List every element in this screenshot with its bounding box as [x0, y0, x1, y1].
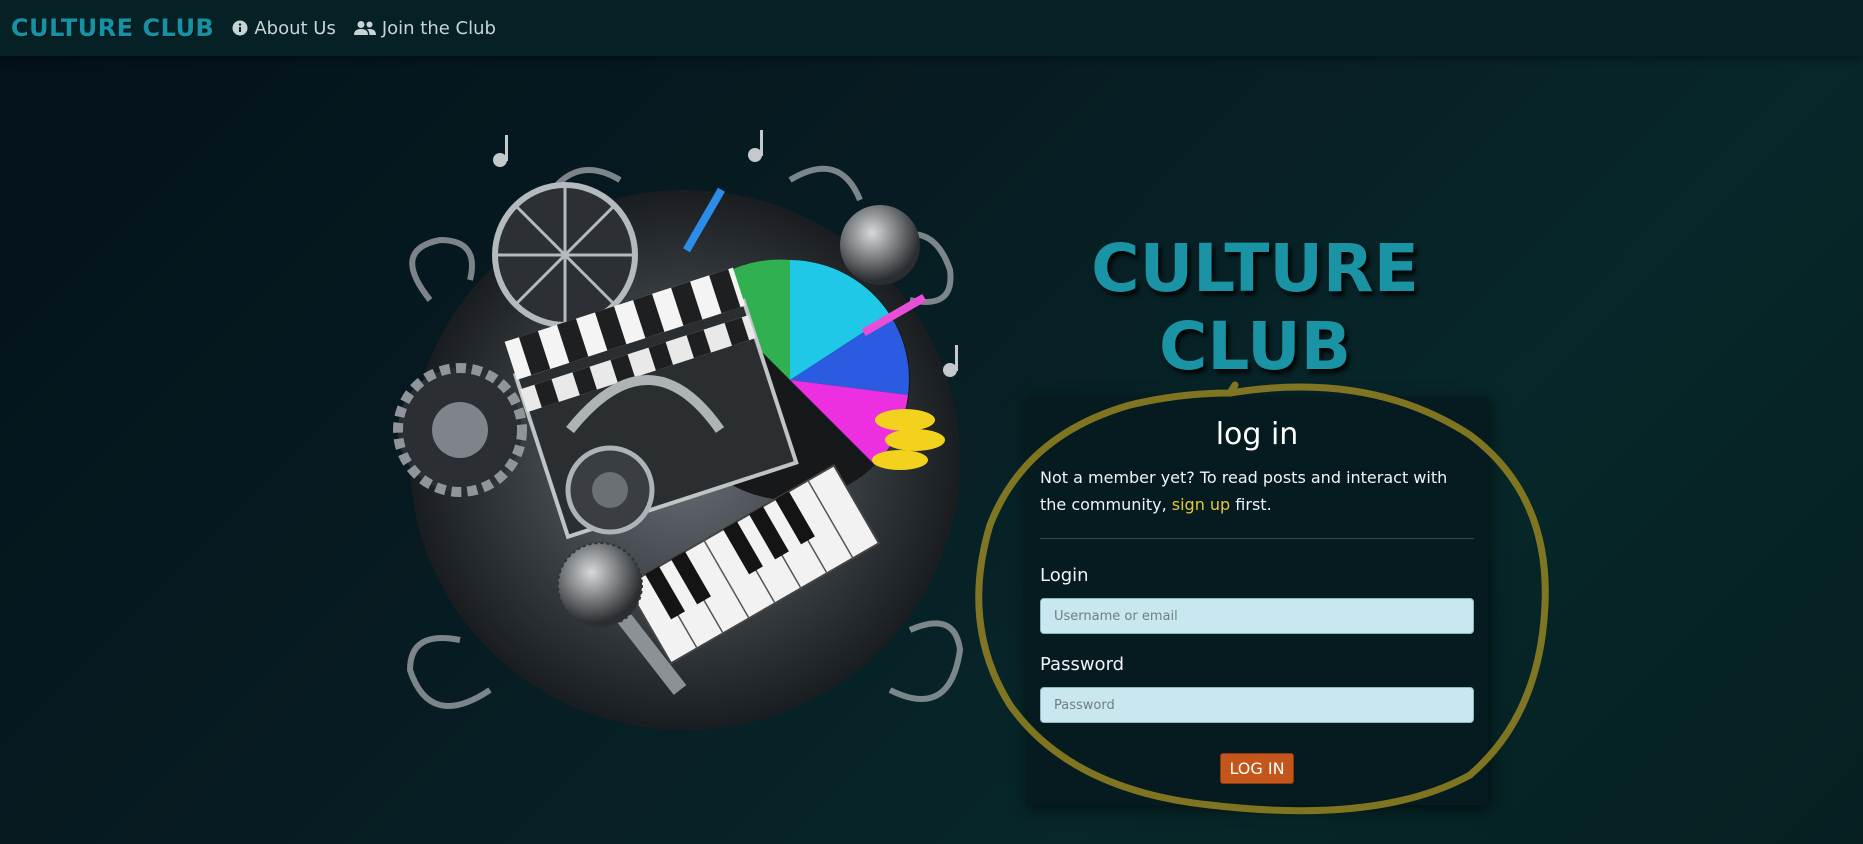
hero-title-line-2: CLUB [1158, 308, 1352, 385]
login-label: Login [1040, 565, 1089, 586]
login-button[interactable]: LOG IN [1220, 753, 1294, 784]
password-label: Password [1040, 654, 1125, 675]
submit-row: LOG IN [1040, 753, 1474, 784]
nav-link-about-us[interactable]: About Us [232, 18, 336, 39]
divider [1040, 538, 1474, 539]
login-card: log in Not a member yet? To read posts a… [1026, 397, 1488, 805]
nav-link-join-the-club-label: Join the Club [381, 17, 496, 39]
hero-title: CULTURE CLUB [1060, 230, 1450, 386]
login-heading: log in [1215, 417, 1299, 452]
hero-illustration [370, 130, 1000, 770]
signup-prompt-suffix: first. [1230, 495, 1272, 514]
brand-logo[interactable]: CULTURE CLUB [11, 14, 214, 42]
info-circle-icon [232, 20, 248, 36]
signup-link[interactable]: sign up [1172, 495, 1230, 514]
username-input[interactable] [1040, 598, 1474, 634]
nav-link-about-us-label: About Us [254, 17, 336, 39]
password-input[interactable] [1040, 687, 1474, 723]
hero-title-line-1: CULTURE [1091, 230, 1419, 307]
signup-prompt: Not a member yet? To read posts and inte… [1040, 464, 1474, 518]
top-navbar: CULTURE CLUB About Us Join the Club [0, 0, 1863, 56]
nav-link-join-the-club[interactable]: Join the Club [353, 17, 496, 39]
users-icon [353, 20, 376, 36]
